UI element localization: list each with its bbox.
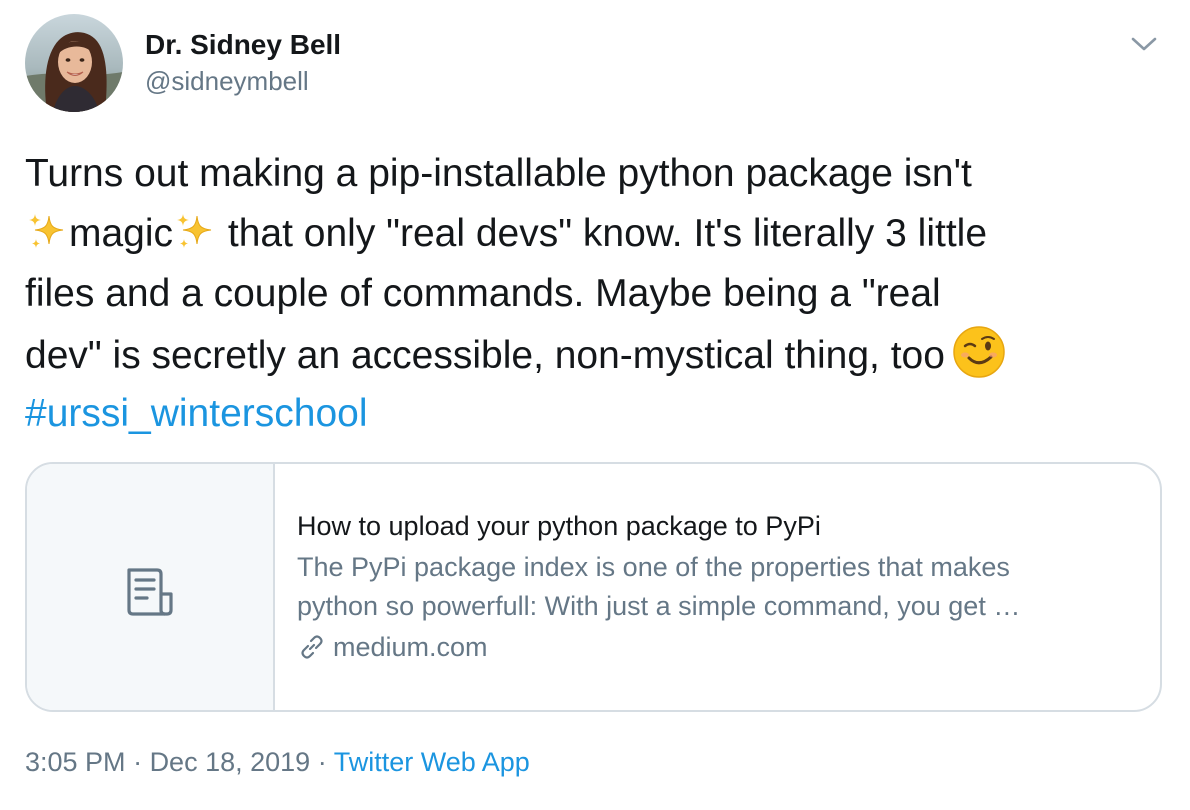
footer-separator: · — [310, 747, 334, 777]
sparkles-icon — [173, 210, 217, 254]
avatar[interactable] — [25, 14, 123, 112]
tweet-date[interactable]: Dec 18, 2019 — [150, 747, 311, 777]
tweet-text-line: files and a couple of commands. Maybe be… — [25, 272, 941, 315]
footer-separator: · — [125, 747, 150, 777]
winking-face-icon — [951, 324, 1007, 380]
tweet-time[interactable]: 3:05 PM — [25, 747, 126, 777]
link-icon — [297, 632, 327, 662]
card-domain: medium.com — [297, 627, 1137, 667]
tweet-text-line: Turns out making a pip-installable pytho… — [25, 152, 972, 195]
tweet-footer: 3:05 PM · Dec 18, 2019 · Twitter Web App — [25, 743, 530, 781]
tweet: Dr. Sidney Bell @sidneymbell Turns out m… — [0, 0, 1190, 810]
card-description-line: python so powerfull: With just a simple … — [297, 591, 1021, 621]
hashtag-link[interactable]: #urssi_winterschool — [25, 392, 368, 435]
card-description: The PyPi package index is one of the pro… — [297, 548, 1137, 626]
card-thumbnail — [27, 464, 275, 710]
tweet-text-line: dev" is secretly an accessible, non-myst… — [25, 324, 1170, 384]
author-handle[interactable]: @sidneymbell — [145, 63, 341, 99]
card-description-line: The PyPi package index is one of the pro… — [297, 552, 1010, 582]
card-title: How to upload your python package to PyP… — [297, 511, 821, 541]
tweet-text: Turns out making a pip-installable pytho… — [25, 144, 1170, 444]
chevron-down-icon[interactable] — [1129, 34, 1159, 54]
tweet-text-line: #urssi_winterschool — [25, 384, 1170, 444]
sparkles-icon — [25, 210, 69, 254]
tweet-text-line: magic that only "real devs" know. It's l… — [25, 204, 1170, 264]
link-card[interactable]: How to upload your python package to PyP… — [25, 462, 1162, 712]
document-icon — [123, 564, 179, 620]
author-names: Dr. Sidney Bell @sidneymbell — [145, 28, 341, 99]
tweet-header: Dr. Sidney Bell @sidneymbell — [25, 14, 1165, 114]
tweet-text-magic: magic — [69, 212, 174, 255]
author-display-name[interactable]: Dr. Sidney Bell — [145, 28, 341, 62]
card-domain-text: medium.com — [333, 632, 488, 662]
tweet-text-line-rest: that only "real devs" know. It's literal… — [217, 212, 988, 255]
tweet-source-link[interactable]: Twitter Web App — [334, 747, 530, 777]
avatar-image — [25, 14, 123, 112]
tweet-text-line-content: dev" is secretly an accessible, non-myst… — [25, 334, 945, 377]
card-body: How to upload your python package to PyP… — [297, 508, 1137, 667]
